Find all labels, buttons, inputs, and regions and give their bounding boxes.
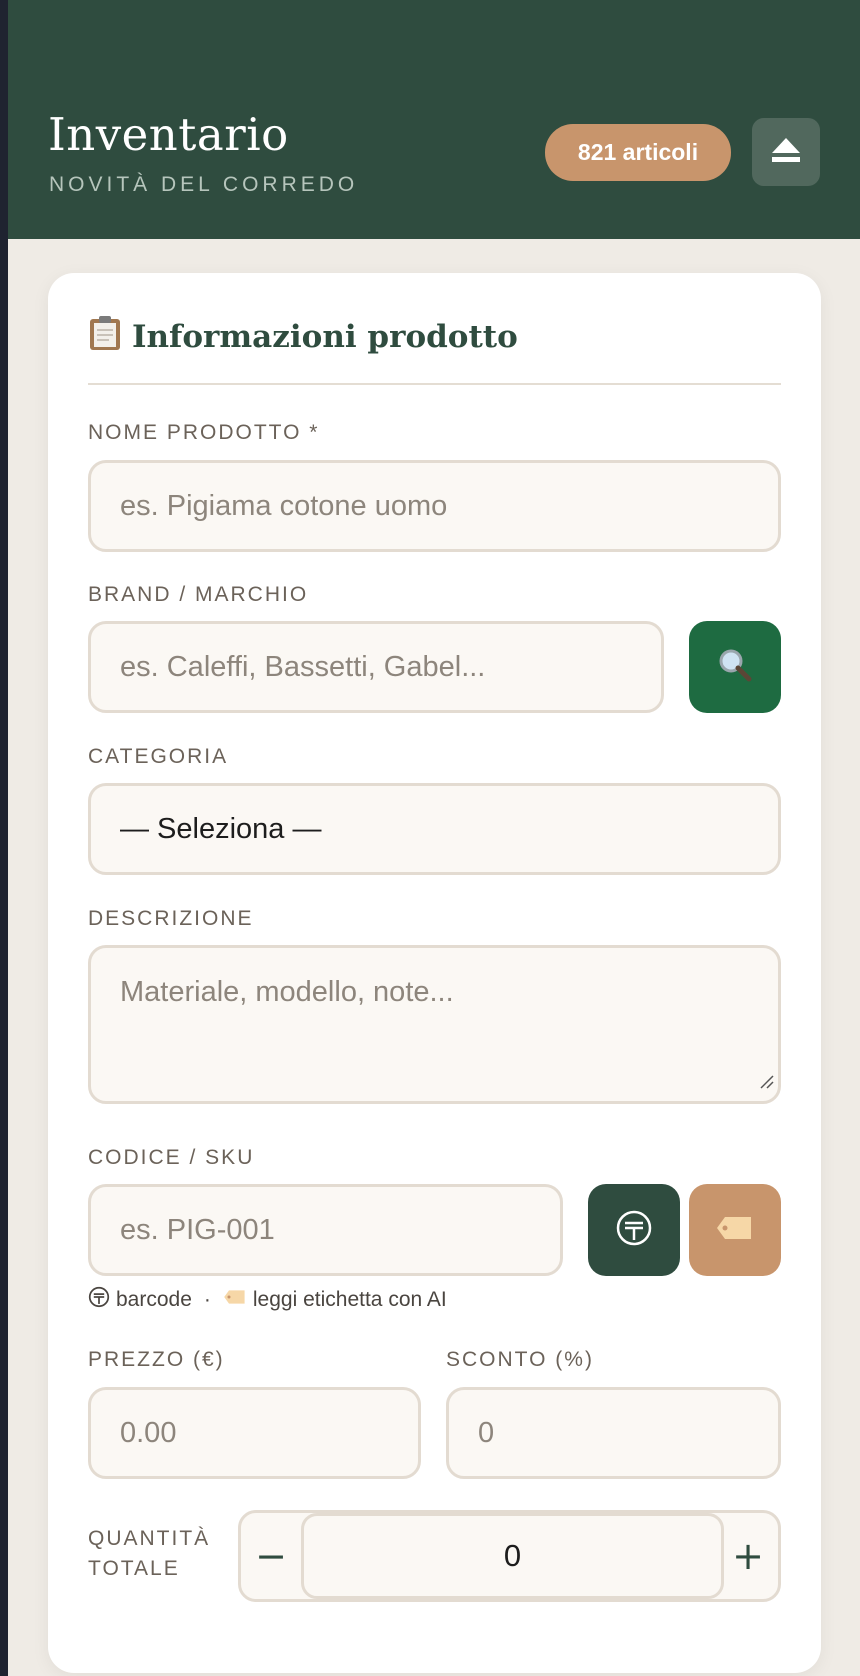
- discount-input[interactable]: 0: [446, 1387, 781, 1479]
- product-name-input[interactable]: es. Pigiama cotone uomo: [88, 460, 781, 552]
- price-input[interactable]: 0.00: [88, 1387, 421, 1479]
- barcode-small-icon: [88, 1286, 110, 1314]
- sku-input[interactable]: es. PIG-001: [88, 1184, 563, 1276]
- quantity-decrement-button[interactable]: −: [241, 1513, 301, 1599]
- ai-label-button[interactable]: [689, 1184, 781, 1276]
- page-subtitle: NOVITÀ DEL CORREDO: [49, 173, 359, 196]
- barcode-scan-button[interactable]: [588, 1184, 680, 1276]
- clipboard-icon: [88, 315, 122, 359]
- description-textarea[interactable]: Materiale, modello, note...: [88, 945, 781, 1104]
- discount-label: SCONTO (%): [446, 1348, 594, 1371]
- quantity-increment-button[interactable]: +: [718, 1513, 778, 1599]
- brand-input[interactable]: es. Caleffi, Bassetti, Gabel...: [88, 621, 664, 713]
- description-label: DESCRIZIONE: [88, 907, 254, 930]
- page-title: Inventario: [48, 108, 289, 161]
- section-title-text: Informazioni prodotto: [132, 319, 518, 355]
- category-select[interactable]: — Seleziona —: [88, 783, 781, 875]
- app-window: Inventario NOVITÀ DEL CORREDO 821 artico…: [8, 0, 860, 1676]
- tag-icon: [715, 1213, 755, 1247]
- resize-handle-icon[interactable]: [758, 1064, 774, 1097]
- hint-ai-text: leggi etichetta con AI: [252, 1288, 447, 1311]
- category-label: CATEGORIA: [88, 745, 229, 768]
- eject-button[interactable]: [752, 118, 820, 186]
- product-info-card: Informazioni prodotto NOME PRODOTTO * es…: [48, 273, 821, 1673]
- section-divider: [88, 383, 781, 385]
- search-icon: [717, 647, 753, 687]
- name-label: NOME PRODOTTO *: [88, 421, 320, 444]
- eject-icon: [771, 137, 801, 167]
- quantity-input[interactable]: 0: [301, 1513, 724, 1599]
- sku-hint: barcode · leggi etichetta con AI: [88, 1286, 447, 1314]
- brand-label: BRAND / MARCHIO: [88, 583, 309, 606]
- sku-label: CODICE / SKU: [88, 1146, 255, 1169]
- hint-barcode-text: barcode: [116, 1288, 192, 1311]
- tag-small-icon: [223, 1288, 247, 1312]
- brand-search-button[interactable]: [689, 621, 781, 713]
- quantity-label-line2: TOTALE: [88, 1557, 180, 1580]
- price-label: PREZZO (€): [88, 1348, 225, 1371]
- quantity-label: QUANTITÀ TOTALE: [88, 1524, 228, 1584]
- item-count-badge[interactable]: 821 articoli: [545, 124, 731, 181]
- description-placeholder: Materiale, modello, note...: [120, 976, 454, 1008]
- barcode-icon: [615, 1209, 653, 1251]
- section-title: Informazioni prodotto: [88, 315, 518, 359]
- header: Inventario NOVITÀ DEL CORREDO 821 artico…: [8, 0, 860, 239]
- quantity-stepper: − 0 +: [238, 1510, 781, 1602]
- quantity-label-line1: QUANTITÀ: [88, 1527, 211, 1550]
- hint-separator: ·: [203, 1288, 211, 1311]
